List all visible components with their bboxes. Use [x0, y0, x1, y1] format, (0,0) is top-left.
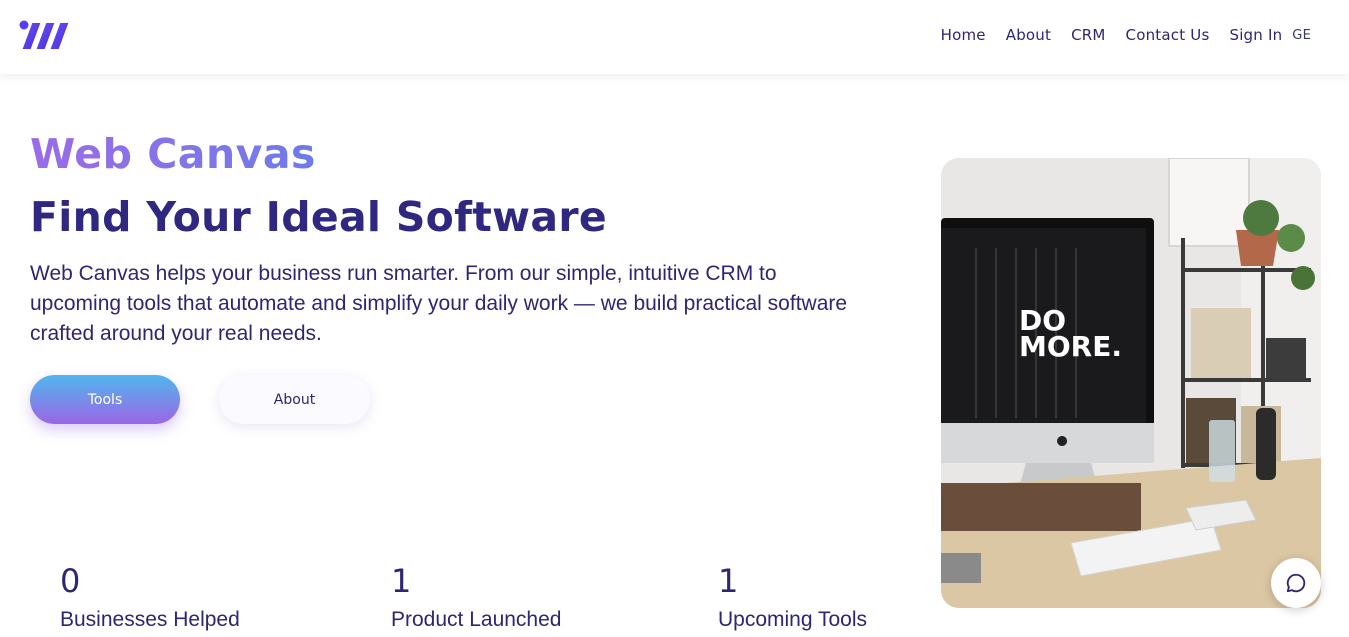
site-header: Home About CRM Contact Us Sign In GE: [0, 0, 1349, 74]
hero-headline: Find Your Ideal Software: [30, 193, 607, 241]
stat-label: Businesses Helped: [60, 608, 240, 631]
about-button[interactable]: About: [219, 375, 370, 424]
hero-image: DO MORE.: [941, 158, 1321, 608]
nav-contact-link[interactable]: Contact Us: [1126, 26, 1210, 44]
stat-product-launched: 1 Product Launched: [391, 562, 561, 632]
stat-label: Product Launched: [391, 608, 562, 631]
chat-bubble-icon: [1286, 573, 1306, 593]
stat-businesses-helped: 0 Businesses Helped: [60, 562, 240, 632]
brand-title: Web Canvas: [30, 130, 316, 178]
stat-value: 0: [60, 562, 81, 600]
main-nav: Home About CRM Contact Us Sign In GE: [941, 26, 1311, 44]
chat-button[interactable]: [1271, 558, 1321, 608]
nav-signin-link[interactable]: Sign In: [1229, 26, 1282, 44]
nav-crm-link[interactable]: CRM: [1071, 26, 1105, 44]
stat-upcoming-tools: 1 Upcoming Tools: [718, 562, 867, 632]
language-switch[interactable]: GE: [1292, 28, 1311, 43]
logo-icon[interactable]: [19, 18, 71, 54]
image-text-line2: MORE.: [1019, 330, 1122, 363]
hero-description: Web Canvas helps your business run smart…: [30, 262, 848, 345]
stat-label: Upcoming Tools: [718, 608, 868, 631]
nav-home-link[interactable]: Home: [941, 26, 986, 44]
stat-value: 1: [718, 562, 739, 600]
stat-value: 1: [391, 562, 412, 600]
nav-about-link[interactable]: About: [1006, 26, 1051, 44]
tools-button[interactable]: Tools: [30, 375, 180, 424]
